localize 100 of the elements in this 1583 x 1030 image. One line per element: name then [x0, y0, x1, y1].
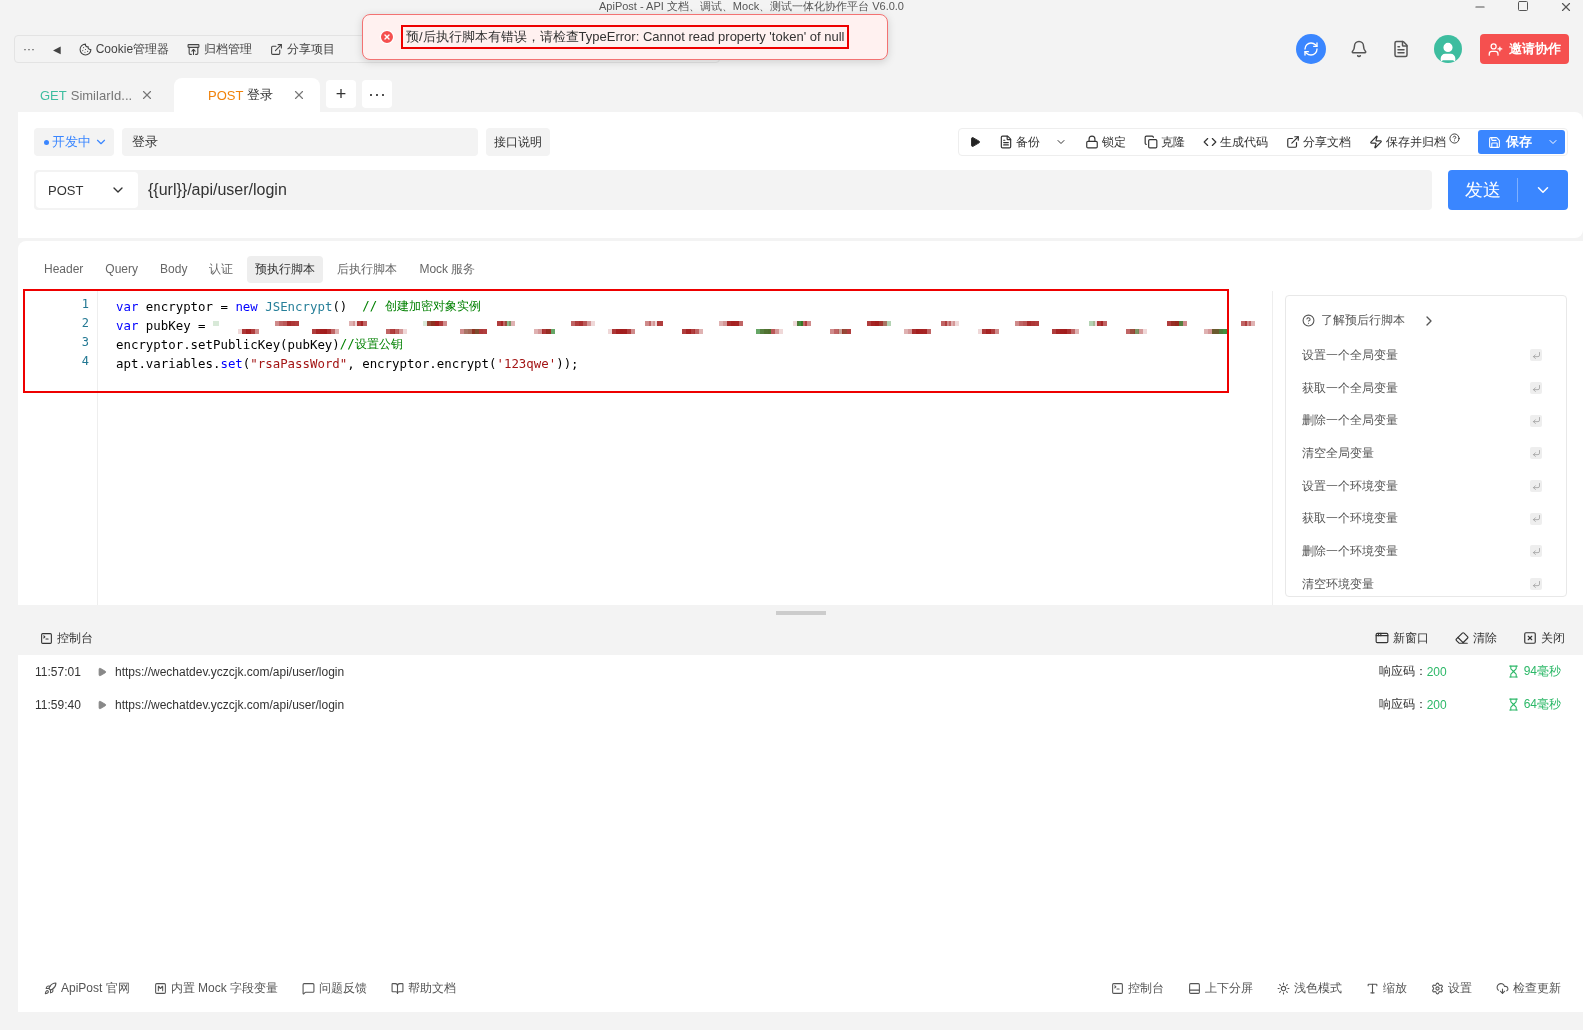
- enter-icon: [1530, 545, 1542, 558]
- maximize-icon[interactable]: [1517, 0, 1529, 12]
- footer-link[interactable]: 帮助文档: [391, 979, 457, 997]
- code-line: var encryptor = new JSEncrypt() // 创建加密对象实例: [115, 297, 482, 316]
- footer-button[interactable]: 设置: [1431, 979, 1472, 997]
- toolbar-button[interactable]: 归档管理: [187, 40, 253, 58]
- toolbar-button[interactable]: 分享项目: [270, 40, 336, 58]
- section-tab[interactable]: 预执行脚本: [247, 255, 324, 283]
- footer-link[interactable]: 内置 Mock 字段变量: [153, 979, 279, 997]
- window-icon: [1375, 631, 1389, 645]
- snippet-link[interactable]: 了解预后行脚本: [1321, 312, 1405, 329]
- log-row[interactable]: 11:57:01 https://wechatdev.yczcjk.com/api/user/login 响应码：200 94毫秒: [18, 655, 1583, 688]
- error-message: 预/后执行脚本有错误，请检查TypeError: Cannot read property 'token' of null: [401, 25, 850, 49]
- request-tab[interactable]: GET SimilarId...: [18, 78, 168, 112]
- section-tab[interactable]: Header: [36, 257, 92, 281]
- section-tab[interactable]: 认证: [201, 255, 242, 283]
- footer-button[interactable]: 控制台: [1111, 979, 1164, 997]
- request-tab[interactable]: POST 登录: [174, 78, 320, 112]
- expand-icon[interactable]: [97, 666, 107, 677]
- toolbar-button[interactable]: Cookie管理器: [78, 40, 170, 58]
- console-action[interactable]: 新窗口: [1375, 629, 1429, 647]
- enter-icon: [1530, 578, 1542, 591]
- save-icon: [1488, 135, 1501, 149]
- snippet-item[interactable]: 删除一个全局变量: [1302, 404, 1566, 438]
- url-field[interactable]: POST {{url}}/api/user/login: [34, 170, 1432, 210]
- help-icon[interactable]: [1449, 132, 1460, 144]
- enter-icon: [1530, 480, 1542, 493]
- footer-button[interactable]: 浅色模式: [1277, 979, 1342, 997]
- log-time: 11:57:01: [35, 664, 82, 679]
- action-button[interactable]: 分享文档: [1286, 133, 1351, 151]
- terminal-icon: [1111, 981, 1124, 995]
- line-number: 4: [80, 354, 90, 370]
- action-button[interactable]: 备份: [999, 133, 1067, 151]
- share-icon: [1286, 135, 1300, 149]
- cloud-download-icon: [1496, 981, 1509, 995]
- console-action[interactable]: 关闭: [1523, 629, 1565, 647]
- snippet-item[interactable]: 清空环境变量: [1302, 567, 1566, 601]
- lock-icon: [1085, 135, 1099, 149]
- back-button[interactable]: ◀: [53, 43, 61, 55]
- section-tab[interactable]: 后执行脚本: [329, 255, 406, 283]
- action-button[interactable]: 克隆: [1144, 133, 1185, 151]
- section-tab[interactable]: Body: [152, 257, 196, 281]
- footer-link[interactable]: ApiPost 官网: [44, 979, 130, 997]
- hourglass-icon: [1506, 698, 1520, 711]
- snippet-item[interactable]: 清空全局变量: [1302, 437, 1566, 470]
- code-line: apt.variables.set("rsaPassWord", encryptor.encrypt('123qwe'));: [115, 355, 579, 373]
- error-icon: [379, 29, 395, 45]
- action-button[interactable]: 生成代码: [1203, 133, 1268, 151]
- enter-icon: [1530, 512, 1542, 525]
- code-icon: [1203, 135, 1217, 149]
- share-icon: [270, 42, 284, 56]
- play-icon[interactable]: [969, 136, 981, 148]
- letter-box-icon: [153, 981, 167, 995]
- section-tab[interactable]: Mock 服务: [411, 255, 484, 283]
- footer-button[interactable]: 上下分屏: [1188, 979, 1253, 997]
- name-field[interactable]: 登录: [122, 128, 478, 156]
- doc-button[interactable]: 接口说明: [486, 128, 550, 156]
- footer-button[interactable]: 缩放: [1366, 979, 1407, 997]
- duration: 94毫秒: [1523, 663, 1561, 680]
- line-number: 3: [80, 335, 90, 351]
- split-icon: [1188, 981, 1201, 995]
- close-icon[interactable]: [1559, 0, 1573, 14]
- notes-icon[interactable]: [1392, 40, 1410, 58]
- bolt-icon: [1369, 135, 1383, 149]
- enter-icon: [1530, 349, 1542, 362]
- more-button[interactable]: ···: [362, 80, 392, 108]
- action-button[interactable]: 锁定: [1085, 133, 1126, 151]
- close-icon: [1523, 631, 1537, 645]
- footer-link[interactable]: 问题反馈: [302, 979, 368, 997]
- avatar[interactable]: [1434, 35, 1462, 63]
- hourglass-icon: [1506, 665, 1520, 678]
- bell-icon[interactable]: [1350, 40, 1368, 58]
- sync-button[interactable]: [1296, 34, 1326, 64]
- close-icon[interactable]: [292, 88, 306, 102]
- download-box-icon: [187, 42, 201, 56]
- rocket-icon: [44, 981, 57, 995]
- snippet-item[interactable]: 设置一个环境变量: [1302, 469, 1566, 503]
- snippet-item[interactable]: 获取一个全局变量: [1302, 371, 1566, 405]
- add-tab-button[interactable]: +: [326, 80, 356, 108]
- snippet-item[interactable]: 获取一个环境变量: [1302, 502, 1566, 536]
- status-label: 响应码：: [1378, 663, 1427, 680]
- snippet-item[interactable]: 设置一个全局变量: [1302, 339, 1566, 372]
- action-button[interactable]: 保存并归档: [1369, 133, 1460, 151]
- resize-handle[interactable]: [775, 611, 826, 615]
- snippet-item[interactable]: 删除一个环境变量: [1302, 535, 1566, 568]
- close-icon[interactable]: [140, 88, 154, 102]
- method-dropdown[interactable]: POST: [36, 172, 138, 208]
- log-row[interactable]: 11:59:40 https://wechatdev.yczcjk.com/api/user/login 响应码：200 64毫秒: [18, 688, 1583, 721]
- more-button[interactable]: ···: [23, 42, 35, 56]
- console-tab[interactable]: 控制台: [40, 629, 93, 647]
- footer-button[interactable]: 检查更新: [1496, 979, 1561, 997]
- enter-icon: [1530, 414, 1542, 427]
- expand-icon[interactable]: [97, 699, 107, 710]
- copy-icon: [1144, 135, 1158, 149]
- section-tab[interactable]: Query: [97, 257, 147, 281]
- line-number: 2: [80, 316, 90, 332]
- user-plus-icon: [1488, 41, 1503, 57]
- sun-icon: [1277, 981, 1290, 995]
- console-action[interactable]: 清除: [1455, 629, 1497, 647]
- enter-icon: [1530, 382, 1542, 395]
